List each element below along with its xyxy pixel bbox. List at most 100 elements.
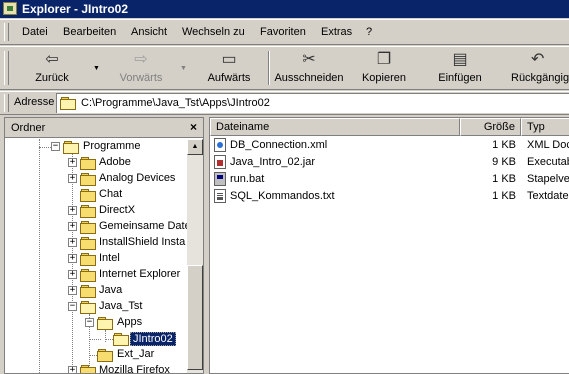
undo-icon: ↶ (531, 51, 545, 68)
forward-button[interactable]: ⇨ Vorwärts (112, 49, 170, 87)
expand-icon[interactable]: + (68, 222, 77, 231)
folder-icon (80, 221, 96, 234)
folder-open-icon (80, 301, 96, 314)
menu-wechseln-zu[interactable]: Wechseln zu (182, 26, 245, 38)
toolbar-separator (268, 51, 270, 85)
back-dropdown-icon[interactable]: ▼ (93, 65, 100, 72)
menu-favoriten[interactable]: Favoriten (260, 26, 306, 38)
file-type: Stapelve (527, 173, 569, 185)
paste-button[interactable]: ▤ Einfügen (433, 49, 487, 87)
file-list-pane: Dateiname Größe Typ DB_Connection.xml 1 … (209, 117, 569, 374)
menubar-grip[interactable] (4, 23, 9, 41)
folder-icon (80, 237, 96, 250)
tree-scrollbar[interactable]: ▲ (187, 139, 203, 373)
expand-icon[interactable]: + (68, 366, 77, 373)
file-type: XML Doc (527, 139, 569, 151)
txt-file-icon (214, 189, 226, 203)
scroll-up-icon[interactable]: ▲ (187, 139, 203, 155)
expand-icon[interactable]: + (68, 254, 77, 263)
tree-pane-title: Ordner (11, 122, 46, 134)
file-name: DB_Connection.xml (230, 139, 328, 151)
expand-icon[interactable]: + (68, 238, 77, 247)
up-button[interactable]: ▭ Aufwärts (200, 49, 258, 87)
close-icon[interactable]: × (190, 120, 197, 134)
column-header-type[interactable]: Typ (521, 118, 569, 136)
xml-file-icon (214, 138, 226, 152)
expand-icon[interactable]: + (68, 206, 77, 215)
tree-item-label: InstallShield Insta (99, 236, 186, 248)
tree-item-label: Analog Devices (99, 172, 176, 184)
folder-open-icon (97, 317, 113, 330)
addressbar-grip[interactable] (4, 94, 9, 112)
tree-item-ext-jar[interactable]: Ext_Jar (5, 347, 187, 363)
folder-icon (80, 173, 96, 186)
forward-arrow-icon: ⇨ (134, 51, 148, 68)
tree-item-programme[interactable]: − Programme (5, 139, 187, 155)
folder-icon (80, 269, 96, 282)
toolbar-grip[interactable] (4, 51, 9, 85)
paste-icon: ▤ (452, 51, 468, 68)
file-size: 1 KB (492, 173, 516, 185)
window-title: Explorer - JIntro02 (22, 2, 129, 16)
tree-item-intel[interactable]: + Intel (5, 251, 187, 267)
menu-bearbeiten[interactable]: Bearbeiten (63, 26, 116, 38)
back-arrow-icon: ⇦ (45, 51, 59, 68)
tree-item-java-tst[interactable]: − Java_Tst (5, 299, 187, 315)
jar-file-icon (214, 155, 226, 169)
column-header-name[interactable]: Dateiname (210, 118, 460, 136)
menu-datei[interactable]: Datei (22, 26, 48, 38)
menu-extras[interactable]: Extras (321, 26, 352, 38)
tree-item-internet-explorer[interactable]: + Internet Explorer (5, 267, 187, 283)
up-label: Aufwärts (207, 72, 251, 84)
expand-icon[interactable]: + (68, 158, 77, 167)
folder-open-icon (63, 141, 79, 154)
cut-button[interactable]: ✂ Ausschneiden (273, 49, 345, 87)
tree-item-label: Java_Tst (99, 300, 143, 312)
tree-item-gemeinsame-dateien[interactable]: + Gemeinsame Date (5, 219, 191, 235)
tree-item-mozilla-firefox[interactable]: + Mozilla Firefox (5, 363, 187, 373)
tree-item-label: Java (99, 284, 123, 296)
tree-item-jintro02[interactable]: JIntro02 (5, 331, 187, 347)
copy-button[interactable]: ❐ Kopieren (356, 49, 412, 87)
tree-item-java[interactable]: + Java (5, 283, 187, 299)
folder-icon (80, 285, 96, 298)
up-folder-icon: ▭ (221, 51, 237, 68)
undo-button[interactable]: ↶ Rückgängig (507, 49, 569, 87)
menu-bar: Datei Bearbeiten Ansicht Wechseln zu Fav… (0, 19, 569, 45)
collapse-icon[interactable]: − (68, 302, 77, 311)
tree-item-analog-devices[interactable]: + Analog Devices (5, 171, 187, 187)
menu-ansicht[interactable]: Ansicht (131, 26, 167, 38)
file-row[interactable]: DB_Connection.xml 1 KB XML Doc (210, 137, 569, 154)
collapse-icon[interactable]: − (85, 318, 94, 327)
file-row[interactable]: run.bat 1 KB Stapelve (210, 171, 569, 188)
tree-item-adobe[interactable]: + Adobe (5, 155, 187, 171)
folder-icon (80, 365, 96, 373)
folder-icon (80, 157, 96, 170)
expand-icon[interactable]: + (68, 286, 77, 295)
folder-icon (97, 349, 113, 362)
address-input[interactable]: C:\Programme\Java_Tst\Apps\JIntro02 (56, 93, 569, 113)
file-row[interactable]: Java_Intro_02.jar 9 KB Executab (210, 154, 569, 171)
file-size: 1 KB (492, 139, 516, 151)
collapse-icon[interactable]: − (51, 142, 60, 151)
tree-item-installshield[interactable]: + InstallShield Insta (5, 235, 187, 251)
copy-label: Kopieren (361, 72, 407, 84)
tree-item-directx[interactable]: + DirectX (5, 203, 187, 219)
back-button[interactable]: ⇦ Zurück (26, 49, 78, 87)
tree-item-apps[interactable]: − Apps (5, 315, 187, 331)
expand-icon[interactable]: + (68, 174, 77, 183)
column-header-size[interactable]: Größe (460, 118, 521, 136)
tree-item-chat[interactable]: Chat (5, 187, 187, 203)
file-type: Executab (527, 156, 569, 168)
scissors-icon: ✂ (302, 51, 316, 68)
scroll-thumb[interactable] (187, 265, 203, 370)
tree-item-label: Internet Explorer (99, 268, 181, 280)
folder-icon (80, 189, 96, 202)
menu-help[interactable]: ? (366, 26, 372, 38)
explorer-icon (3, 2, 17, 15)
folder-open-icon (113, 333, 129, 346)
file-row[interactable]: SQL_Kommandos.txt 1 KB Textdate (210, 188, 569, 205)
forward-dropdown-icon[interactable]: ▼ (180, 65, 187, 72)
title-bar[interactable]: Explorer - JIntro02 (0, 0, 569, 18)
expand-icon[interactable]: + (68, 270, 77, 279)
